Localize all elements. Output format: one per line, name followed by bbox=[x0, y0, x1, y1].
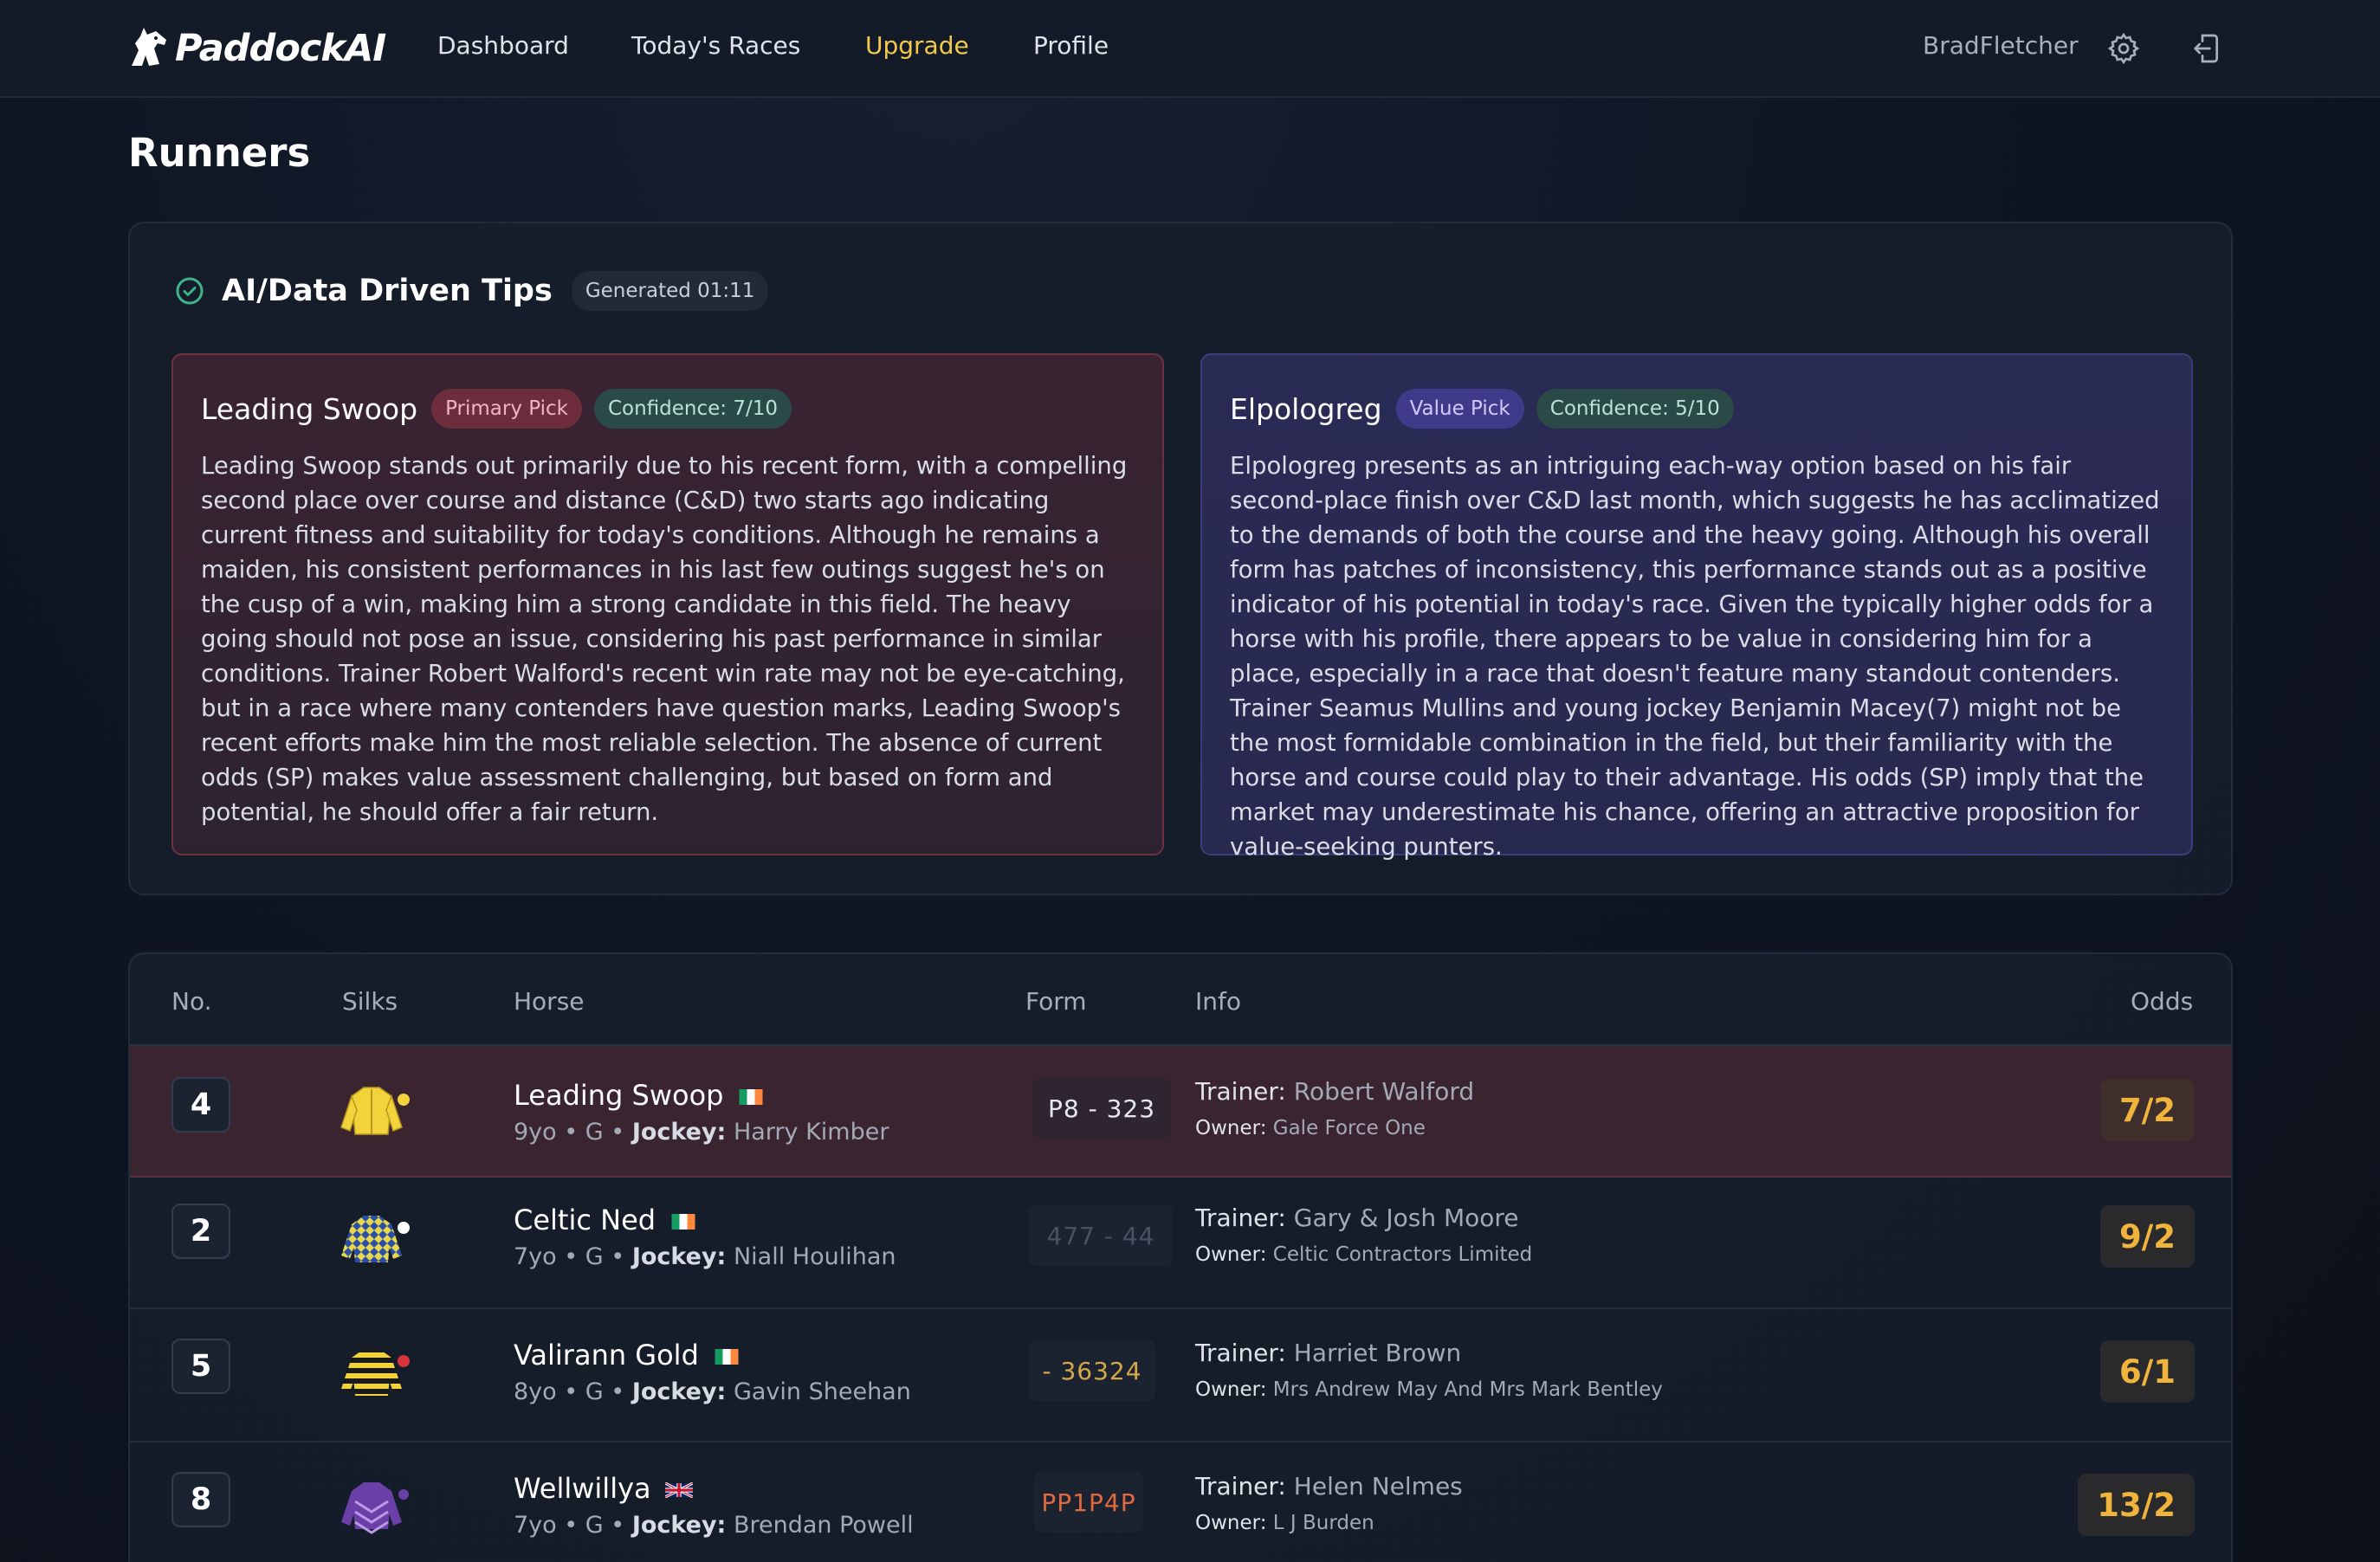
horse-name[interactable]: Wellwillya bbox=[514, 1472, 693, 1505]
jockey-name: Brendan Powell bbox=[733, 1512, 914, 1539]
nav-link-todays-races[interactable]: Today's Races bbox=[631, 31, 800, 60]
black-yellow-hoops-silk-icon bbox=[340, 1342, 411, 1403]
settings-gear-icon[interactable] bbox=[2106, 31, 2141, 66]
runner-number: 5 bbox=[171, 1339, 230, 1394]
owner-name: Gale Force One bbox=[1272, 1117, 1426, 1139]
column-header-silks: Silks bbox=[342, 987, 398, 1016]
horse-name[interactable]: Valirann Gold bbox=[514, 1339, 741, 1372]
owner-info: Owner: Mrs Andrew May And Mrs Mark Bentl… bbox=[1195, 1378, 1663, 1401]
form-figures: PP1P4P bbox=[1034, 1472, 1143, 1533]
owner-name: Mrs Andrew May And Mrs Mark Bentley bbox=[1272, 1378, 1663, 1401]
trainer-info: Trainer: Gary & Josh Moore bbox=[1195, 1204, 1519, 1232]
owner-name: Celtic Contractors Limited bbox=[1272, 1243, 1533, 1266]
tip-horse-name: Leading Swoop bbox=[201, 391, 418, 426]
column-header-form: Form bbox=[1025, 987, 1087, 1016]
irish-flag-icon bbox=[669, 1214, 697, 1230]
brand-name: PaddockAI bbox=[175, 27, 386, 70]
table-row[interactable]: 2 Celtic Ned 7yo • G • Jockey: Niall Hou… bbox=[130, 1178, 2231, 1309]
column-header-no: No. bbox=[171, 987, 212, 1016]
confidence-badge: Confidence: 5/10 bbox=[1536, 389, 1734, 429]
runner-number: 4 bbox=[171, 1077, 230, 1133]
tip-text: Elpologreg presents as an intriguing eac… bbox=[1230, 452, 2160, 861]
primary-pick-badge: Primary Pick bbox=[431, 389, 582, 429]
column-header-horse: Horse bbox=[514, 987, 585, 1016]
value-pick-badge: Value Pick bbox=[1395, 389, 1524, 429]
nav-link-upgrade[interactable]: Upgrade bbox=[865, 31, 969, 60]
primary-pick-card: Leading Swoop Primary Pick Confidence: 7… bbox=[171, 353, 1164, 855]
table-row[interactable]: 5 Valirann Gold 8yo • G • Jockey: Gavin … bbox=[130, 1309, 2231, 1443]
form-figures: - 36324 bbox=[1029, 1340, 1155, 1401]
irish-flag-icon bbox=[737, 1089, 765, 1105]
owner-name: L J Burden bbox=[1272, 1512, 1374, 1534]
trainer-info: Trainer: Harriet Brown bbox=[1195, 1339, 1462, 1367]
horse-details: 7yo • G • Jockey: Brendan Powell bbox=[514, 1512, 914, 1539]
uk-flag-icon bbox=[664, 1482, 693, 1498]
odds-badge[interactable]: 6/1 bbox=[2099, 1340, 2195, 1403]
jockey-name: Niall Houlihan bbox=[733, 1243, 896, 1270]
column-header-odds: Odds bbox=[2131, 987, 2194, 1016]
value-pick-card: Elpologreg Value Pick Confidence: 5/10 E… bbox=[1200, 353, 2193, 861]
nav-link-profile[interactable]: Profile bbox=[1033, 31, 1109, 60]
owner-info: Owner: Celtic Contractors Limited bbox=[1195, 1243, 1533, 1266]
horse-name[interactable]: Leading Swoop bbox=[514, 1079, 765, 1112]
logout-icon[interactable] bbox=[2189, 31, 2224, 66]
nav-link-dashboard[interactable]: Dashboard bbox=[437, 31, 569, 60]
top-navbar: PaddockAI Dashboard Today's Races Upgrad… bbox=[0, 0, 2380, 98]
horse-details: 7yo • G • Jockey: Niall Houlihan bbox=[514, 1243, 896, 1270]
runner-number: 8 bbox=[171, 1472, 230, 1527]
trainer-name: Gary & Josh Moore bbox=[1293, 1204, 1519, 1232]
yellow-silk-icon bbox=[340, 1081, 411, 1141]
trainer-info: Trainer: Helen Nelmes bbox=[1195, 1472, 1463, 1501]
trainer-name: Robert Walford bbox=[1293, 1077, 1475, 1106]
runner-number: 2 bbox=[171, 1204, 230, 1259]
odds-badge[interactable]: 9/2 bbox=[2099, 1205, 2195, 1268]
jockey-name: Harry Kimber bbox=[733, 1119, 889, 1146]
horse-head-logo-icon bbox=[126, 24, 171, 73]
tips-header: AI/Data Driven Tips Generated 01:11 bbox=[175, 271, 769, 311]
confidence-badge: Confidence: 7/10 bbox=[593, 389, 792, 429]
table-row[interactable]: 4 Leading Swoop 9yo • G • Jockey: Harry … bbox=[130, 1046, 2231, 1178]
column-header-info: Info bbox=[1195, 987, 1241, 1016]
check-circle-icon bbox=[175, 276, 204, 306]
table-row[interactable]: 8 Wellwillya 7yo • G • Jockey: Brendan P… bbox=[130, 1443, 2231, 1562]
trainer-info: Trainer: Robert Walford bbox=[1195, 1077, 1475, 1106]
blue-yellow-diamond-silk-icon bbox=[340, 1209, 411, 1269]
odds-badge[interactable]: 7/2 bbox=[2099, 1079, 2195, 1141]
horse-details: 8yo • G • Jockey: Gavin Sheehan bbox=[514, 1378, 911, 1405]
purple-chevron-silk-icon bbox=[340, 1475, 411, 1536]
form-figures: P8 - 323 bbox=[1032, 1078, 1171, 1139]
page-title: Runners bbox=[128, 130, 311, 176]
username[interactable]: BradFletcher bbox=[1923, 31, 2079, 60]
form-figures: 477 - 44 bbox=[1029, 1205, 1173, 1266]
trainer-name: Harriet Brown bbox=[1293, 1339, 1462, 1367]
irish-flag-icon bbox=[713, 1349, 741, 1365]
tip-text: Leading Swoop stands out primarily due t… bbox=[201, 452, 1128, 826]
horse-name[interactable]: Celtic Ned bbox=[514, 1204, 697, 1236]
trainer-name: Helen Nelmes bbox=[1293, 1472, 1463, 1501]
generated-time-badge: Generated 01:11 bbox=[571, 271, 769, 311]
horse-details: 9yo • G • Jockey: Harry Kimber bbox=[514, 1119, 889, 1146]
jockey-name: Gavin Sheehan bbox=[733, 1378, 911, 1405]
runners-table: No. Silks Horse Form Info Odds 4 Leading… bbox=[128, 952, 2233, 1562]
owner-info: Owner: Gale Force One bbox=[1195, 1117, 1426, 1139]
odds-badge[interactable]: 13/2 bbox=[2078, 1474, 2195, 1536]
tip-horse-name: Elpologreg bbox=[1230, 391, 1382, 426]
ai-tips-panel: AI/Data Driven Tips Generated 01:11 Lead… bbox=[128, 222, 2233, 895]
brand-logo[interactable]: PaddockAI bbox=[126, 23, 386, 74]
owner-info: Owner: L J Burden bbox=[1195, 1512, 1374, 1534]
tips-title: AI/Data Driven Tips bbox=[222, 274, 553, 308]
